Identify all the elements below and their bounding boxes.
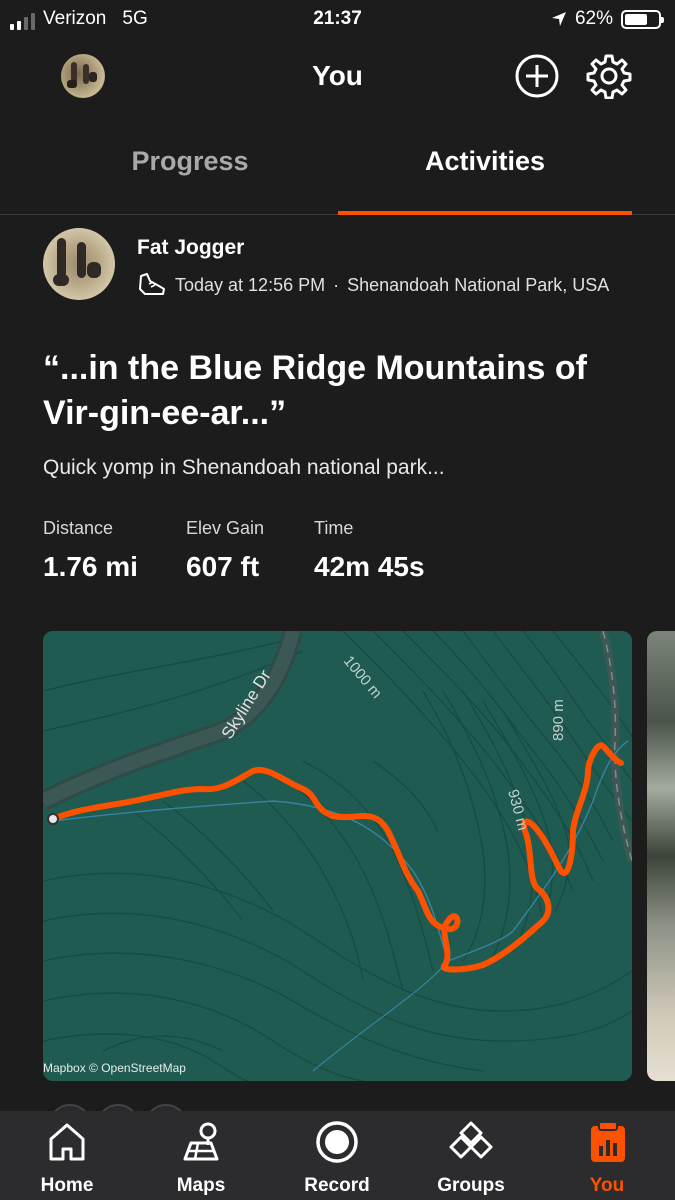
segment-tabs: Progress Activities: [0, 116, 675, 215]
stat-value: 1.76 mi: [43, 551, 138, 582]
map-graphic: Skyline Dr 1000 m 890 m 930 m: [43, 631, 632, 1081]
groups-icon: [449, 1121, 493, 1159]
you-icon: [591, 1121, 625, 1162]
stat-label: Elev Gain: [186, 518, 265, 538]
tab-you[interactable]: You: [552, 1111, 662, 1200]
gear-icon[interactable]: [586, 53, 632, 99]
tab-label: Maps: [176, 1175, 226, 1196]
location-arrow-icon: [551, 12, 566, 26]
tab-maps[interactable]: Maps: [146, 1111, 256, 1200]
stat-label: Time: [314, 518, 354, 538]
status-bar: Verizon 5G 21:37 62%: [0, 0, 675, 38]
activity-title-line2: Vir-gin-ee-ar...”: [43, 394, 287, 432]
contour-label-890: 890 m: [550, 699, 567, 741]
tab-groups[interactable]: Groups: [416, 1111, 526, 1200]
battery-percent: 62%: [574, 8, 613, 29]
active-tab-indicator: [338, 211, 632, 215]
tab-label: Home: [40, 1175, 94, 1196]
tab-activities[interactable]: Activities: [338, 146, 632, 177]
activity-location: Shenandoah National Park, USA: [347, 274, 610, 295]
activity-photo-thumbnail[interactable]: [647, 631, 675, 1081]
stat-value: 607 ft: [186, 551, 260, 582]
stat-time: Time 42m 45s: [314, 518, 425, 583]
bottom-tab-bar: Home Maps Record Groups You: [0, 1111, 675, 1200]
stat-value: 42m 45s: [314, 551, 425, 582]
activity-description: Quick yomp in Shenandoah national park..…: [43, 456, 445, 479]
home-icon: [49, 1123, 85, 1161]
tab-home[interactable]: Home: [12, 1111, 122, 1200]
tab-label: Groups: [437, 1175, 505, 1196]
activity-title-line1: “...in the Blue Ridge Mountains of: [43, 349, 587, 387]
tab-record[interactable]: Record: [282, 1111, 392, 1200]
plus-circle-icon[interactable]: [514, 53, 560, 99]
activity-title[interactable]: “...in the Blue Ridge Mountains of Vir-g…: [43, 346, 643, 436]
athlete-avatar[interactable]: [43, 228, 115, 300]
tab-label: You: [589, 1175, 625, 1196]
shoe-icon: [139, 273, 165, 295]
battery-icon: [621, 9, 664, 29]
status-right: 62%: [551, 8, 664, 30]
tab-label: Record: [304, 1175, 370, 1196]
activity-timestamp: Today at 12:56 PM: [175, 274, 326, 295]
activity-meta: Today at 12:56 PM · Shenandoah National …: [137, 272, 609, 298]
activity-map[interactable]: Skyline Dr 1000 m 890 m 930 m Mapbox © O…: [43, 631, 632, 1081]
map-attribution[interactable]: Mapbox © OpenStreetMap: [43, 1061, 186, 1075]
tab-progress[interactable]: Progress: [43, 146, 337, 177]
stat-elev-gain: Elev Gain 607 ft: [186, 518, 264, 583]
meta-separator: ·: [333, 274, 340, 295]
stat-label: Distance: [43, 518, 114, 538]
record-icon: [316, 1121, 358, 1163]
stat-distance: Distance 1.76 mi: [43, 518, 138, 583]
page-title: You: [312, 60, 363, 91]
athlete-name[interactable]: Fat Jogger: [137, 236, 244, 260]
map-icon: [183, 1122, 219, 1161]
top-header: You: [0, 38, 675, 116]
